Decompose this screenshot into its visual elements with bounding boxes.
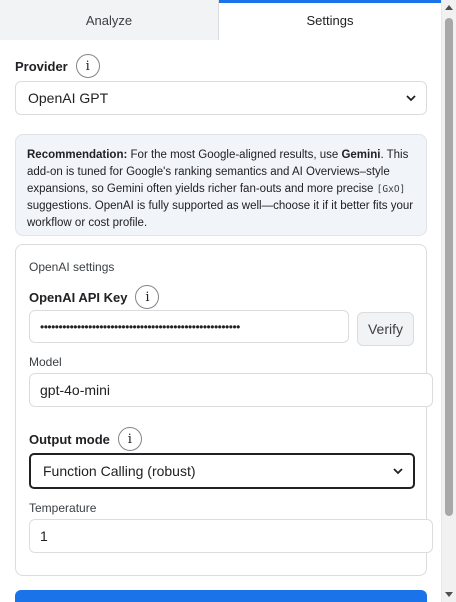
output-mode-label-row: Output mode i	[29, 427, 142, 451]
tab-analyze[interactable]: Analyze	[0, 0, 219, 40]
openai-settings-box: OpenAI settings OpenAI API Key i •••••••…	[15, 244, 433, 576]
tab-settings[interactable]: Settings	[219, 0, 441, 40]
api-key-label-row: OpenAI API Key i	[29, 285, 160, 309]
openai-settings-title: OpenAI settings	[29, 260, 115, 274]
output-mode-select[interactable]: Function Calling (robust)	[29, 453, 415, 489]
scrollbar-thumb[interactable]	[445, 18, 453, 516]
tab-bar: Analyze Settings	[0, 0, 441, 40]
temperature-input[interactable]: 1	[29, 519, 433, 553]
vertical-scrollbar[interactable]	[441, 0, 456, 602]
recommendation-code: [GxO]	[376, 184, 406, 195]
scroll-down-arrow-icon[interactable]	[445, 592, 453, 597]
model-input[interactable]: gpt-4o-mini	[29, 373, 433, 407]
temperature-label: Temperature	[29, 501, 97, 515]
recommendation-box: Recommendation: For the most Google-alig…	[15, 134, 427, 236]
chevron-down-icon	[406, 95, 416, 102]
recommendation-text-1: For the most Google-aligned results, use	[127, 149, 342, 161]
recommendation-emphasis: Gemini	[341, 149, 381, 161]
provider-select-value: OpenAI GPT	[28, 90, 109, 106]
chevron-down-icon	[393, 468, 403, 475]
settings-panel: Analyze Settings Provider i OpenAI GPT R…	[0, 0, 441, 602]
output-mode-label: Output mode	[29, 431, 110, 447]
provider-info-icon[interactable]: i	[75, 54, 100, 78]
primary-action-button[interactable]	[15, 590, 427, 602]
api-key-input[interactable]: ••••••••••••••••••••••••••••••••••••••••…	[29, 310, 349, 343]
recommendation-text-3: suggestions. OpenAI is fully supported a…	[27, 200, 414, 229]
recommendation-lead: Recommendation:	[27, 149, 128, 161]
provider-label-row: Provider i	[15, 54, 100, 78]
provider-label: Provider	[15, 58, 68, 74]
api-key-label: OpenAI API Key	[29, 289, 128, 305]
api-key-info-icon[interactable]: i	[135, 285, 160, 309]
provider-select[interactable]: OpenAI GPT	[15, 81, 427, 115]
model-label: Model	[29, 355, 62, 369]
verify-button[interactable]: Verify	[357, 312, 414, 346]
scroll-up-arrow-icon[interactable]	[445, 5, 453, 10]
output-mode-select-value: Function Calling (robust)	[43, 463, 196, 479]
output-mode-info-icon[interactable]: i	[117, 427, 142, 451]
